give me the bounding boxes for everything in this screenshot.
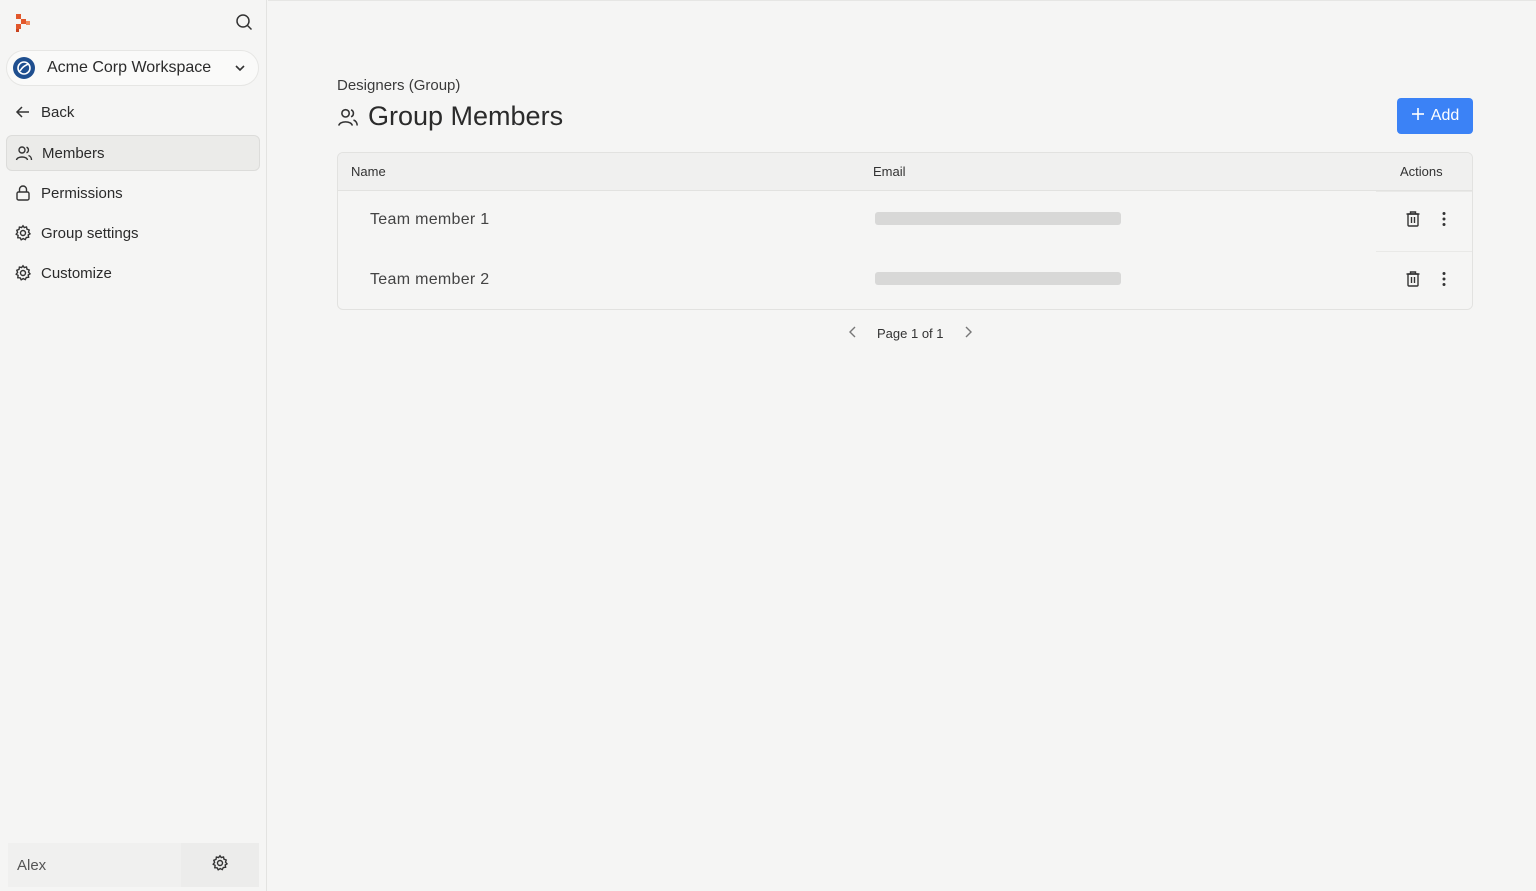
sidebar: Acme Corp Workspace Back Members Permiss… — [0, 0, 267, 891]
main-content: Designers (Group) Group Members Add Name… — [268, 0, 1536, 891]
sidebar-item-label: Members — [42, 144, 105, 162]
app-logo[interactable] — [14, 12, 32, 34]
row-actions — [1376, 251, 1472, 309]
sidebar-item-customize[interactable]: Customize — [6, 255, 260, 291]
more-vertical-icon — [1442, 271, 1446, 292]
member-name: Team member 1 — [370, 211, 490, 228]
title-row: Group Members — [337, 101, 563, 132]
table-row[interactable]: Team member 1 — [338, 191, 1472, 250]
email-placeholder — [875, 212, 1121, 225]
more-options-button[interactable] — [1433, 210, 1455, 232]
chevron-right-icon — [963, 326, 973, 341]
column-header-actions: Actions — [1400, 164, 1443, 179]
users-icon — [337, 106, 359, 128]
sidebar-topbar — [0, 0, 266, 46]
add-label: Add — [1430, 107, 1460, 124]
sidebar-item-permissions[interactable]: Permissions — [6, 175, 260, 211]
table-row[interactable]: Team member 2 — [338, 250, 1472, 309]
arrow-left-icon — [14, 103, 32, 121]
email-placeholder — [875, 272, 1121, 285]
gear-icon — [14, 264, 32, 282]
page-title: Group Members — [368, 101, 564, 131]
table-header: Name Email Actions — [338, 153, 1472, 191]
page-indicator: Page 1 of 1 — [877, 325, 944, 341]
member-name: Team member 2 — [370, 271, 490, 288]
sidebar-item-label: Customize — [41, 264, 112, 282]
delete-button[interactable] — [1402, 270, 1424, 292]
back-label: Back — [41, 103, 75, 121]
gear-icon — [14, 224, 32, 242]
more-vertical-icon — [1442, 211, 1446, 232]
sidebar-item-label: Permissions — [41, 184, 123, 202]
gear-icon — [211, 854, 229, 877]
users-icon — [15, 144, 33, 162]
column-header-name[interactable]: Name — [351, 164, 386, 179]
chevron-left-icon — [848, 326, 858, 341]
user-name[interactable]: Alex — [8, 843, 181, 887]
trash-icon — [1405, 210, 1421, 233]
delete-button[interactable] — [1402, 210, 1424, 232]
breadcrumb[interactable]: Designers (Group) — [337, 77, 460, 94]
plus-icon — [1411, 107, 1425, 126]
pagination: Page 1 of 1 — [843, 323, 978, 343]
next-page-button[interactable] — [958, 323, 978, 343]
row-actions — [1376, 191, 1472, 250]
workspace-avatar — [13, 57, 35, 79]
prev-page-button[interactable] — [843, 323, 863, 343]
sidebar-item-members[interactable]: Members — [6, 135, 260, 171]
column-header-email[interactable]: Email — [873, 164, 906, 179]
workspace-switcher[interactable]: Acme Corp Workspace — [6, 50, 259, 86]
trash-icon — [1405, 270, 1421, 293]
add-member-button[interactable]: Add — [1397, 98, 1473, 134]
search-button[interactable] — [232, 12, 256, 36]
workspace-name: Acme Corp Workspace — [47, 59, 212, 76]
search-icon — [235, 13, 253, 36]
user-bar: Alex — [8, 843, 259, 887]
sidebar-item-group-settings[interactable]: Group settings — [6, 215, 260, 251]
members-table: Name Email Actions Team member 1 Team me… — [337, 152, 1473, 310]
user-settings-button[interactable] — [181, 843, 259, 887]
lock-icon — [14, 184, 32, 202]
chevron-down-icon — [228, 56, 252, 80]
sidebar-item-label: Group settings — [41, 224, 139, 242]
more-options-button[interactable] — [1433, 270, 1455, 292]
back-link[interactable]: Back — [6, 94, 260, 130]
